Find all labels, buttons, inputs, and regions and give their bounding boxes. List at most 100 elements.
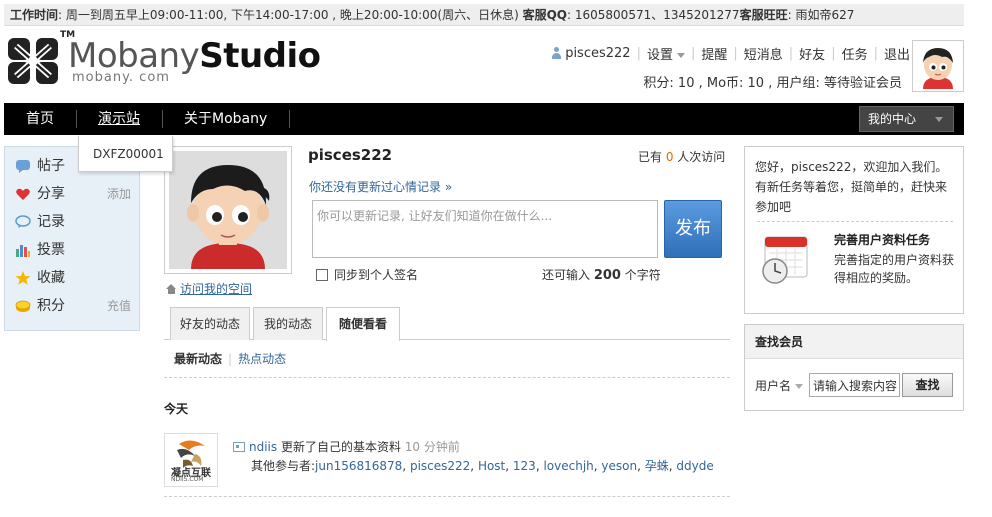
site-logo[interactable]: TM MobanyStudio mobany. com — [6, 30, 321, 90]
member-search-input[interactable]: 请输入搜索内容 — [809, 373, 900, 397]
nav-separator: | — [788, 45, 794, 61]
sidebar-item-favorites[interactable]: 收藏 — [5, 264, 141, 292]
nav-about[interactable]: 关于Mobany — [184, 103, 267, 135]
task-title[interactable]: 完善用户资料任务 — [834, 231, 930, 248]
divider — [164, 377, 730, 378]
logo-domain: mobany. com — [72, 70, 170, 85]
profile-avatar[interactable] — [164, 146, 292, 274]
qq-numbers: : 1605800571、1345201277 — [567, 8, 740, 22]
member-search-title: 查找会员 — [745, 325, 963, 359]
nav-separator: | — [873, 45, 878, 61]
participant-link[interactable]: ddyde — [676, 459, 713, 473]
home-icon — [166, 284, 177, 294]
feed-user-avatar[interactable]: 凝点互联 NDIIS.COM — [164, 433, 218, 487]
nav-separator: | — [636, 45, 641, 61]
feed-time: 10 分钟前 — [404, 440, 460, 454]
nav-separator: | — [690, 45, 696, 61]
sync-signature-label: 同步到个人签名 — [334, 268, 419, 282]
sidebar-item-share[interactable]: 分享 添加 — [5, 180, 141, 208]
work-hours-bar: 工作时间: 周一到周五早上09:00-11:00, 下午14:00-17:00 … — [4, 4, 964, 26]
add-share-link[interactable]: 添加 — [107, 180, 131, 208]
bar-chart-icon — [16, 245, 30, 257]
participant-link[interactable]: Host — [478, 459, 505, 473]
avatar-cartoon-icon — [915, 43, 961, 89]
sync-signature-checkbox[interactable] — [316, 269, 328, 281]
feed-action-text: 更新了自己的基本资料 — [277, 440, 405, 454]
participant-link[interactable]: yeson — [601, 459, 637, 473]
participant-link[interactable]: jun156816878 — [315, 459, 402, 473]
recharge-link[interactable]: 充值 — [107, 292, 131, 320]
welcome-text: 您好，pisces222，欢迎加入我们。有新任务等着您，挺简单的，赶快来参加吧 — [755, 160, 948, 214]
user-nav: pisces222 | 设置 | 提醒 | 短消息 | 好友 | 任务 | 退出 — [551, 44, 910, 63]
settings-label: 设置 — [646, 47, 673, 63]
nav-separator: | — [733, 45, 738, 61]
sidebar-item-label: 积分 — [37, 298, 65, 314]
sidebar-item-label: 帖子 — [37, 158, 65, 174]
dropdown-item-dxfz[interactable]: DXFZ00001 — [93, 147, 164, 161]
sidebar-item-points[interactable]: 积分 充值 — [5, 292, 141, 320]
user-stats: 积分: 10 , Mo币: 10 , 用户组: 等待验证会员 — [643, 76, 902, 91]
feed-user-link[interactable]: ndiis — [249, 440, 277, 454]
publish-button[interactable]: 发布 — [664, 200, 722, 258]
main-navbar: 首页 演示站 关于Mobany 我的中心 — [4, 103, 964, 135]
username-link[interactable]: pisces222 — [565, 46, 630, 61]
nav-divider — [76, 110, 77, 128]
my-center-dropdown[interactable]: 我的中心 — [859, 106, 954, 132]
reminders-link[interactable]: 提醒 — [701, 44, 727, 63]
nav-divider — [162, 110, 163, 128]
nav-demo-site[interactable]: 演示站 — [98, 103, 140, 135]
visit-suffix: 人次访问 — [673, 150, 726, 164]
member-search-panel: 查找会员 用户名 请输入搜索内容 查找 — [744, 324, 964, 411]
work-hours-text: : 周一到周五早上09:00-11:00, 下午14:00-17:00 , 晚上… — [58, 8, 523, 22]
subtab-hot[interactable]: 热点动态 — [238, 352, 286, 366]
sidebar-item-label: 记录 — [37, 214, 65, 230]
mood-history-link[interactable]: 你还没有更新过心情记录 » — [309, 178, 452, 195]
char-prefix: 还可输入 — [542, 268, 594, 282]
posts-icon — [16, 160, 30, 173]
participant-link[interactable]: lovechjh — [543, 459, 593, 473]
char-suffix: 个字符 — [620, 268, 661, 282]
sidebar-item-records[interactable]: 记录 — [5, 208, 141, 236]
subtab-separator: | — [228, 352, 233, 366]
chevron-down-icon — [676, 52, 685, 58]
friends-link[interactable]: 好友 — [799, 44, 825, 63]
nav-divider — [289, 110, 290, 128]
heart-icon — [16, 188, 30, 200]
calendar-clock-icon — [762, 236, 808, 284]
nav-home[interactable]: 首页 — [26, 103, 54, 135]
participant-link[interactable]: pisces222 — [410, 459, 470, 473]
participant-link[interactable]: 孕蛛 — [645, 459, 669, 473]
feed-logo-sub: NDIIS.COM — [171, 476, 204, 483]
star-icon — [15, 271, 31, 285]
participant-link[interactable]: 123 — [513, 459, 536, 473]
nav-separator: | — [831, 45, 836, 61]
logout-link[interactable]: 退出 — [884, 44, 910, 63]
messages-link[interactable]: 短消息 — [744, 44, 783, 63]
subtabs: 最新动态 | 热点动态 — [174, 350, 286, 367]
visit-space: 访问我的空间 — [166, 280, 252, 297]
section-today: 今天 — [164, 402, 189, 416]
coins-icon — [15, 300, 31, 312]
visit-space-link[interactable]: 访问我的空间 — [180, 282, 252, 296]
profile-card-icon — [233, 442, 245, 452]
tab-browse[interactable]: 随便看看 — [326, 307, 400, 341]
search-field-label: 用户名 — [755, 379, 792, 393]
tab-my-activity[interactable]: 我的动态 — [253, 307, 323, 340]
sidebar-item-label: 投票 — [37, 242, 65, 258]
sidebar-item-label: 分享 — [37, 186, 65, 202]
search-field-selector[interactable]: 用户名 — [755, 377, 804, 394]
sidebar-item-polls[interactable]: 投票 — [5, 236, 141, 264]
chevron-down-icon — [935, 117, 943, 122]
logo-mark-icon — [8, 38, 58, 84]
chevron-down-icon — [795, 384, 804, 389]
feed-participants: 其他参与者:jun156816878, pisces222, Host, 123… — [251, 459, 714, 473]
avatar[interactable] — [912, 40, 964, 92]
divider — [164, 496, 730, 497]
tab-friends-activity[interactable]: 好友的动态 — [170, 307, 250, 340]
settings-menu[interactable]: 设置 — [647, 44, 685, 63]
mood-input[interactable]: 你可以更新记录, 让好友们知道你在做什么... — [312, 200, 658, 258]
visit-counter: 已有 0 人次访问 — [638, 148, 725, 165]
subtab-latest[interactable]: 最新动态 — [174, 352, 222, 366]
member-search-button[interactable]: 查找 — [902, 373, 953, 397]
tasks-link[interactable]: 任务 — [842, 44, 868, 63]
